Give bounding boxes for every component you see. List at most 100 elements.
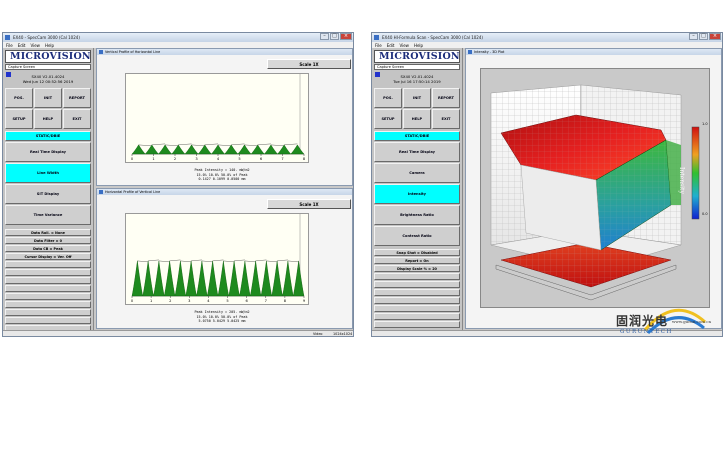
empty-setting-row [374, 313, 460, 320]
report-button[interactable]: REPORT [63, 88, 91, 108]
x-tick-label: 1 [152, 157, 154, 161]
watermark-url: www.gurun.com.cn [672, 319, 712, 324]
init-button[interactable]: INIT [34, 88, 62, 108]
x-tick-label: 6 [260, 157, 263, 161]
menu-edit[interactable]: Edit [18, 43, 26, 48]
help-button[interactable]: HELP [34, 109, 62, 129]
brightness-ratio-button[interactable]: Brightness Ratio [374, 205, 460, 225]
profile-peak [237, 144, 252, 155]
profile-envelope [148, 259, 159, 262]
profile-peak [144, 144, 159, 155]
setup-button[interactable]: SETUP [374, 109, 402, 129]
data-cb-setting[interactable]: Data CB = Peak [5, 245, 91, 252]
report-button[interactable]: REPORT [432, 88, 460, 108]
intensity-button[interactable]: Intensity [374, 184, 460, 204]
profile-envelope [180, 260, 192, 263]
help-button[interactable]: HELP [403, 109, 431, 129]
profile-peak [171, 144, 186, 155]
menu-file[interactable]: File [6, 43, 13, 48]
capture-screen-field[interactable]: Capture Screen [374, 64, 460, 70]
exit-button[interactable]: EXIT [63, 109, 91, 129]
display-scale-setting[interactable]: Display Scale % = 20 [374, 265, 460, 272]
menu-help[interactable]: Help [45, 43, 54, 48]
capture-screen-field[interactable]: Capture Screen [5, 64, 91, 70]
vertical-profile-panel: Vertical Profile of Horizontal Line Scal… [96, 48, 353, 186]
close-button[interactable]: × [340, 33, 352, 40]
profile-envelope [231, 143, 245, 146]
empty-setting-row [5, 277, 91, 284]
horizontal-profile-panel: Horizontal Profile of Vertical Line Scal… [96, 188, 353, 329]
profile-peak [185, 260, 197, 297]
profile-peak [197, 144, 212, 155]
sit-display-button[interactable]: SIT Display [5, 184, 91, 204]
status-bar: Video 1024x1024 [3, 330, 353, 336]
right-sidebar: MICROVISION Capture Screen SX40 V2.01.40… [372, 48, 463, 336]
profile-envelope [255, 259, 267, 262]
static-dbie-button[interactable]: STATIC/DBIE [5, 131, 91, 141]
menu-help[interactable]: Help [414, 43, 423, 48]
profile-peak [260, 260, 272, 297]
empty-setting-row [374, 273, 460, 280]
minimize-button[interactable]: – [320, 33, 329, 40]
menu-file[interactable]: File [375, 43, 382, 48]
static-dbie-button[interactable]: STATIC/DBIE [374, 131, 460, 141]
maximize-button[interactable]: □ [699, 33, 708, 40]
profile-envelope [287, 260, 299, 263]
profile-chart: 0 1 2 3 4 5 6 7 8 [131, 74, 306, 161]
peak-readout: Peak Intensity = 140. mW/m2 15.0% 10.0% … [157, 168, 287, 182]
x-tick-label: 5 [226, 299, 228, 303]
left-window-title: EX40 - SpecCam 3000 (Cal 1024) [13, 35, 80, 40]
line-width-button[interactable]: Line Width [5, 163, 91, 183]
cursor-display-setting[interactable]: Cursor Display = Ver. Off [5, 253, 91, 260]
legend-tick-max: 1.0 [702, 122, 708, 126]
setup-button[interactable]: SETUP [5, 109, 33, 129]
profile-peak [263, 144, 279, 155]
empty-setting-row [5, 317, 91, 324]
profile-peak [271, 260, 283, 297]
x-tick-label: 5 [238, 157, 240, 161]
report-setting[interactable]: Report = On [374, 257, 460, 264]
real-time-display-button[interactable]: Real Time Display [5, 142, 91, 162]
profile-peak [131, 144, 146, 155]
profile-peak [290, 144, 305, 155]
pos-button[interactable]: POS. [5, 88, 33, 108]
menu-view[interactable]: View [399, 43, 409, 48]
empty-setting-row [5, 285, 91, 292]
profile-envelope [201, 260, 213, 263]
x-tick-label: 4 [207, 299, 210, 303]
profile-peak [196, 260, 208, 297]
scale-button[interactable]: Scale 1X [267, 59, 351, 69]
scale-button[interactable]: Scale 1X [267, 199, 351, 209]
time-variance-button[interactable]: Time Variance [5, 205, 91, 225]
maximize-button[interactable]: □ [330, 33, 339, 40]
profile-peak [228, 260, 240, 297]
empty-setting-row [374, 305, 460, 312]
snap-shot-setting[interactable]: Snap Shot = Disabled [374, 249, 460, 256]
profile-envelope [234, 259, 245, 262]
minimize-button[interactable]: – [689, 33, 698, 40]
menu-view[interactable]: View [30, 43, 40, 48]
profile-envelope [266, 260, 278, 263]
profile-envelope [178, 143, 192, 146]
profile-envelope [191, 259, 202, 262]
pos-button[interactable]: POS. [374, 88, 402, 108]
data-filter-setting[interactable]: Data Filter = 0 [5, 237, 91, 244]
menu-edit[interactable]: Edit [387, 43, 395, 48]
x-tick-label: 2 [174, 157, 176, 161]
profile-envelope [270, 144, 285, 147]
exit-button[interactable]: EXIT [432, 109, 460, 129]
close-button[interactable]: × [709, 33, 721, 40]
empty-setting-row [374, 297, 460, 304]
profile-peak [224, 144, 239, 155]
profile-plot: 0 1 2 3 4 5 6 7 8 [125, 73, 309, 163]
watermark-en: GURUNTECH [620, 329, 673, 335]
init-button[interactable]: INIT [403, 88, 431, 108]
profile-envelope [244, 144, 258, 147]
data-roll-setting[interactable]: Data Roll. = None [5, 229, 91, 236]
profile-envelope [212, 259, 224, 262]
x-tick-label: 9 [303, 299, 306, 303]
real-time-display-button[interactable]: Real Time Display [374, 142, 460, 162]
x-tick-label: 2 [169, 299, 171, 303]
camera-button[interactable]: Camera [374, 163, 460, 183]
contrast-ratio-button[interactable]: Contrast Ratio [374, 226, 460, 246]
